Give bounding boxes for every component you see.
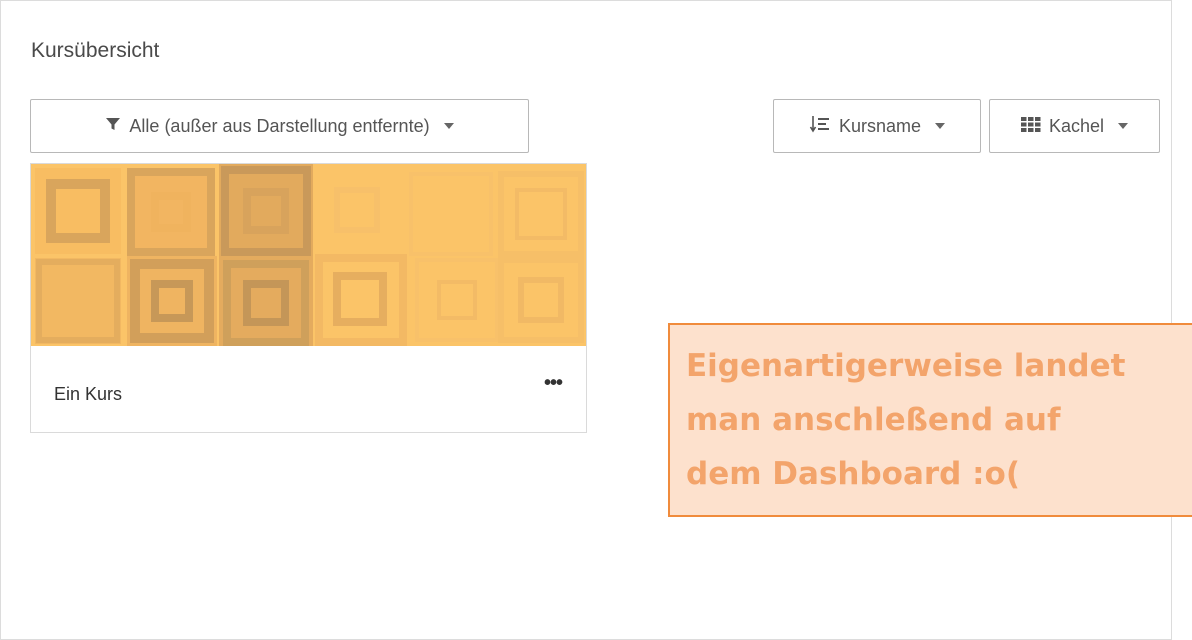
course-pattern: [31, 164, 586, 346]
annotation-box: Eigenartigerweise landet man anschleßend…: [668, 323, 1192, 517]
filter-dropdown-button[interactable]: Alle (außer aus Darstellung entfernte): [30, 99, 529, 153]
sort-icon: [809, 114, 831, 139]
course-name-link[interactable]: Ein Kurs: [54, 384, 122, 405]
filter-dropdown-label: Alle (außer aus Darstellung entfernte): [129, 115, 430, 136]
course-actions-menu-button[interactable]: •••: [544, 372, 563, 395]
course-card[interactable]: Ein Kurs •••: [30, 163, 587, 433]
course-overview-block: Kursübersicht Alle (außer aus Darstellun…: [0, 0, 1172, 640]
annotation-text: Eigenartigerweise landet man anschleßend…: [686, 348, 1126, 492]
view-dropdown-label: Kachel: [1048, 115, 1105, 136]
filter-icon: [105, 116, 121, 137]
sort-dropdown-button[interactable]: Kursname: [773, 99, 981, 153]
view-dropdown-button[interactable]: Kachel: [989, 99, 1160, 153]
chevron-down-icon: [443, 123, 454, 129]
chevron-down-icon: [1118, 123, 1129, 129]
sort-dropdown-label: Kursname: [838, 115, 922, 136]
course-image[interactable]: [31, 164, 586, 346]
grid-icon: [1020, 116, 1041, 137]
chevron-down-icon: [935, 123, 946, 129]
block-title: Kursübersicht: [31, 39, 160, 62]
